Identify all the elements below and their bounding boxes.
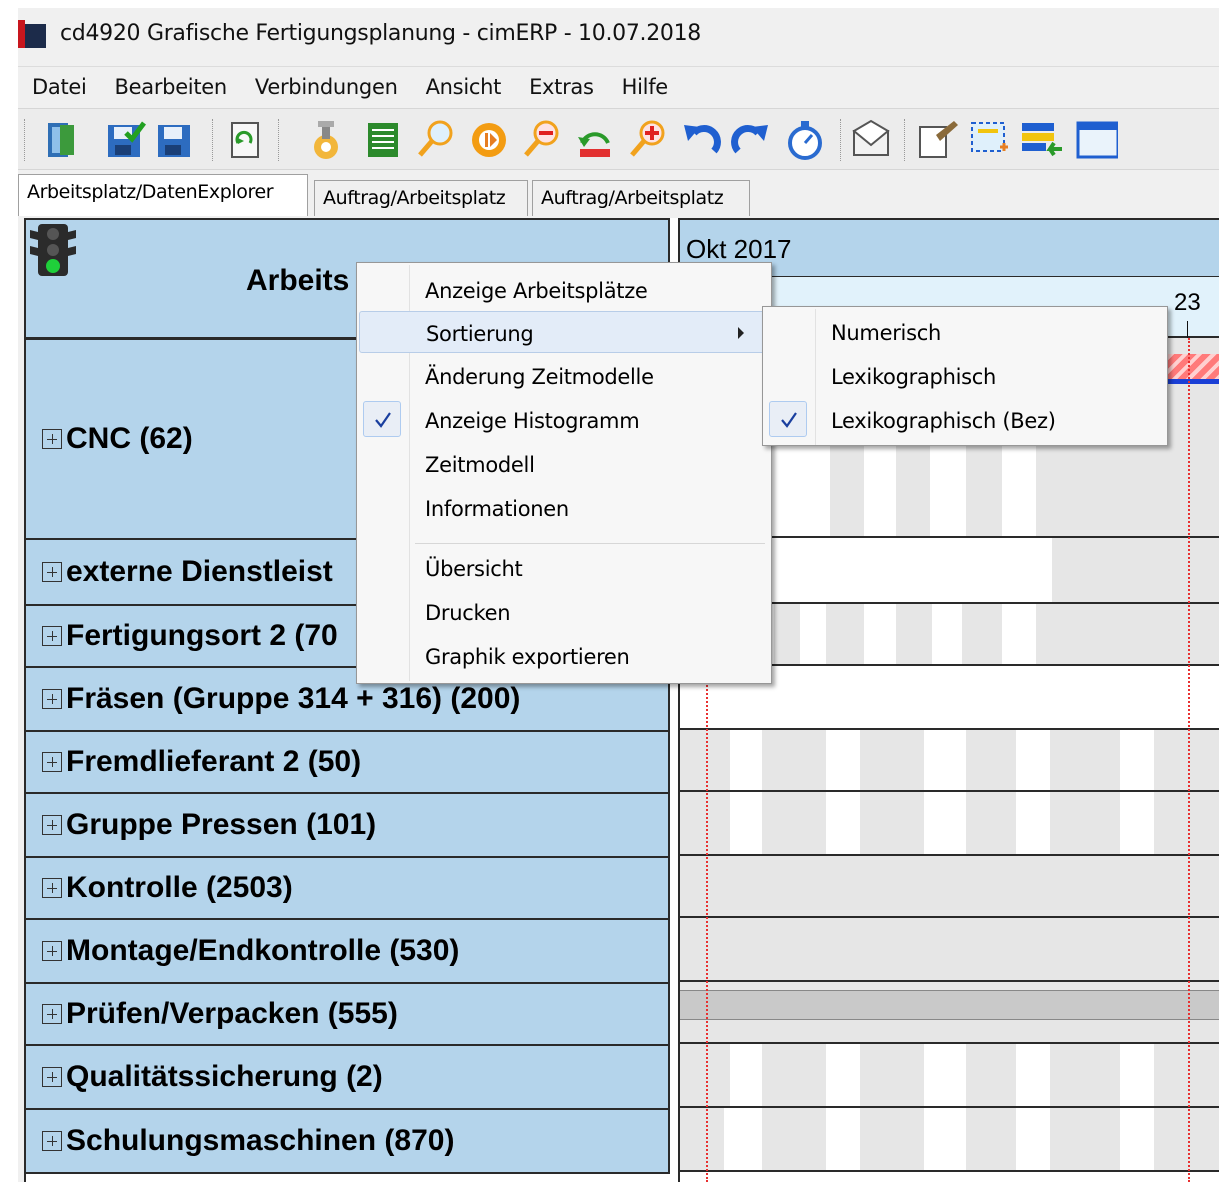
context-menu: Anzeige Arbeitsplätze Sortierung Änderun…	[356, 262, 772, 684]
tab-strip: Arbeitsplatz/DatenExplorer Auftrag/Arbei…	[18, 172, 1219, 218]
search-icon[interactable]	[412, 117, 458, 163]
menu-hilfe[interactable]: Hilfe	[608, 75, 682, 99]
timer-icon[interactable]	[782, 117, 828, 163]
settings-icon[interactable]	[302, 117, 348, 163]
toolbar-separator	[904, 119, 907, 161]
import-icon[interactable]	[1018, 117, 1064, 163]
traffic-light-icon[interactable]	[28, 222, 78, 280]
menu-datei[interactable]: Datei	[18, 75, 101, 99]
tree-header-title: Arbeits	[246, 264, 350, 297]
expand-icon[interactable]	[42, 689, 62, 709]
gantt-row-gruppe-pressen[interactable]	[680, 792, 1219, 856]
app-logo-icon	[18, 20, 46, 48]
desktop-edge	[0, 0, 18, 1182]
redo-icon[interactable]	[728, 117, 774, 163]
checkmark-icon	[769, 401, 807, 437]
gantt-day-tick	[1187, 321, 1188, 339]
stop-icon[interactable]	[466, 117, 512, 163]
tree-empty-area	[26, 1174, 672, 1182]
list-icon[interactable]	[360, 117, 406, 163]
expand-icon[interactable]	[42, 1067, 62, 1087]
undo-icon[interactable]	[678, 117, 724, 163]
menu-item-graphik-exportieren[interactable]: Graphik exportieren	[359, 635, 769, 677]
expand-icon[interactable]	[42, 941, 62, 961]
gantt-row-montage-endkontrolle[interactable]	[680, 918, 1219, 982]
expand-icon[interactable]	[42, 815, 62, 835]
save-icon[interactable]	[152, 117, 198, 163]
save-green-icon[interactable]	[102, 117, 148, 163]
edit-icon[interactable]	[914, 117, 960, 163]
menu-item-aenderung-zeitmodelle[interactable]: Änderung Zeitmodelle	[359, 355, 769, 397]
expand-icon[interactable]	[42, 1004, 62, 1024]
refresh-icon[interactable]	[222, 117, 268, 163]
tab-auftrag-arbeitsplatz-1[interactable]: Auftrag/Arbeitsplatz	[314, 180, 528, 216]
tree-row-fremdlieferant-2[interactable]: Fremdlieferant 2 (50)	[26, 732, 668, 794]
tree-row-schulungsmaschinen[interactable]: Schulungsmaschinen (870)	[26, 1110, 668, 1174]
tab-auftrag-arbeitsplatz-2[interactable]: Auftrag/Arbeitsplatz	[532, 180, 750, 216]
expand-icon[interactable]	[42, 429, 62, 449]
toolbar-separator	[212, 119, 215, 161]
expand-icon[interactable]	[42, 752, 62, 772]
title-bar: cd4920 Grafische Fertigungsplanung - cim…	[18, 8, 1219, 58]
expand-icon[interactable]	[42, 626, 62, 646]
toolbar	[18, 108, 1219, 170]
menu-separator	[415, 543, 765, 544]
menu-item-anzeige-histogramm[interactable]: Anzeige Histogramm	[359, 399, 769, 441]
expand-icon[interactable]	[42, 1131, 62, 1151]
window-title: cd4920 Grafische Fertigungsplanung - cim…	[60, 21, 702, 46]
exit-icon[interactable]	[40, 117, 86, 163]
menu-item-anzeige-arbeitsplaetze[interactable]: Anzeige Arbeitsplätze	[359, 269, 769, 311]
menu-ansicht[interactable]: Ansicht	[412, 75, 515, 99]
menu-verbindungen[interactable]: Verbindungen	[241, 75, 412, 99]
gantt-allocation-bar[interactable]	[680, 990, 1219, 1020]
expand-icon[interactable]	[42, 878, 62, 898]
menu-item-uebersicht[interactable]: Übersicht	[359, 547, 769, 589]
tree-row-gruppe-pressen[interactable]: Gruppe Pressen (101)	[26, 794, 668, 858]
submenu-item-numerisch[interactable]: Numerisch	[765, 311, 1165, 353]
toolbar-separator	[278, 119, 281, 161]
zoom-in-icon[interactable]	[624, 117, 670, 163]
zoom-out-icon[interactable]	[518, 117, 564, 163]
menu-bar: Datei Bearbeiten Verbindungen Ansicht Ex…	[18, 66, 1219, 106]
mail-icon[interactable]	[848, 117, 894, 163]
window-icon[interactable]	[1072, 117, 1120, 163]
submenu-arrow-icon	[738, 327, 744, 339]
tree-row-montage-endkontrolle[interactable]: Montage/Endkontrolle (530)	[26, 920, 668, 984]
tab-arbeitsplatz-datenexplorer[interactable]: Arbeitsplatz/DatenExplorer	[18, 174, 308, 216]
checkmark-icon	[363, 401, 401, 437]
menu-item-informationen[interactable]: Informationen	[359, 487, 769, 529]
menu-item-zeitmodell[interactable]: Zeitmodell	[359, 443, 769, 485]
menu-item-drucken[interactable]: Drucken	[359, 591, 769, 633]
submenu-item-lexikographisch-bez[interactable]: Lexikographisch (Bez)	[765, 399, 1165, 441]
sortierung-submenu: Numerisch Lexikographisch Lexikographisc…	[762, 306, 1168, 446]
menu-item-sortierung[interactable]: Sortierung	[359, 311, 769, 353]
menu-extras[interactable]: Extras	[515, 75, 608, 99]
toolbar-separator	[840, 119, 843, 161]
undo-layout-icon[interactable]	[572, 117, 618, 163]
tree-row-pruefen-verpacken[interactable]: Prüfen/Verpacken (555)	[26, 984, 668, 1046]
tree-row-qualitaetssicherung[interactable]: Qualitätssicherung (2)	[26, 1046, 668, 1110]
gantt-row-qualitaetssicherung[interactable]	[680, 1044, 1219, 1108]
gantt-marker-line	[1188, 338, 1190, 1182]
gantt-month-label: Okt 2017	[686, 234, 792, 264]
gantt-row-schulungsmaschinen[interactable]	[680, 1108, 1219, 1172]
gantt-day-label: 23	[1174, 289, 1201, 316]
select-add-icon[interactable]	[966, 117, 1012, 163]
gantt-row-fremdlieferant-2[interactable]	[680, 730, 1219, 792]
gantt-row-kontrolle[interactable]	[680, 856, 1219, 918]
toolbar-grip	[24, 119, 27, 161]
menu-bearbeiten[interactable]: Bearbeiten	[101, 75, 241, 99]
tree-row-kontrolle[interactable]: Kontrolle (2503)	[26, 858, 668, 920]
submenu-item-lexikographisch[interactable]: Lexikographisch	[765, 355, 1165, 397]
expand-icon[interactable]	[42, 562, 62, 582]
